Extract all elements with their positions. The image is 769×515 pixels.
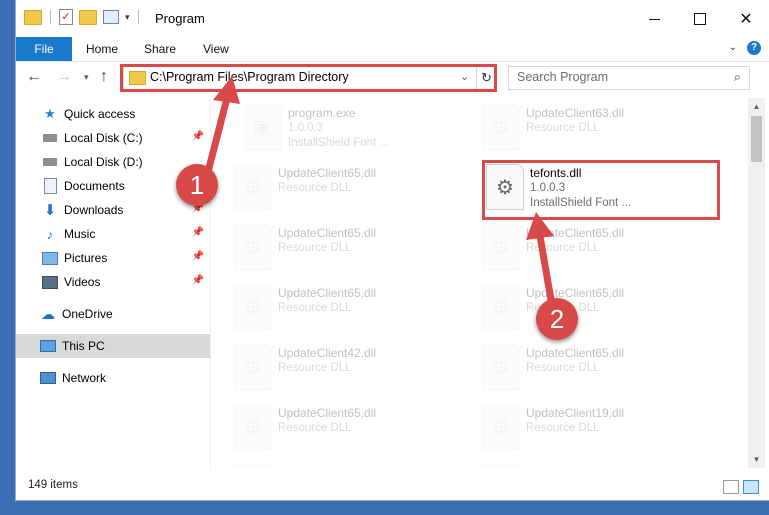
annotation-arrows — [204, 76, 555, 304]
arrow-1-head — [213, 76, 240, 104]
step-2-badge: 2 — [536, 298, 578, 340]
arrow-2-head — [526, 212, 554, 240]
arrow-1-shaft — [204, 98, 230, 176]
arrow-2-shaft — [536, 232, 555, 304]
step-1-badge: 1 — [176, 164, 218, 206]
